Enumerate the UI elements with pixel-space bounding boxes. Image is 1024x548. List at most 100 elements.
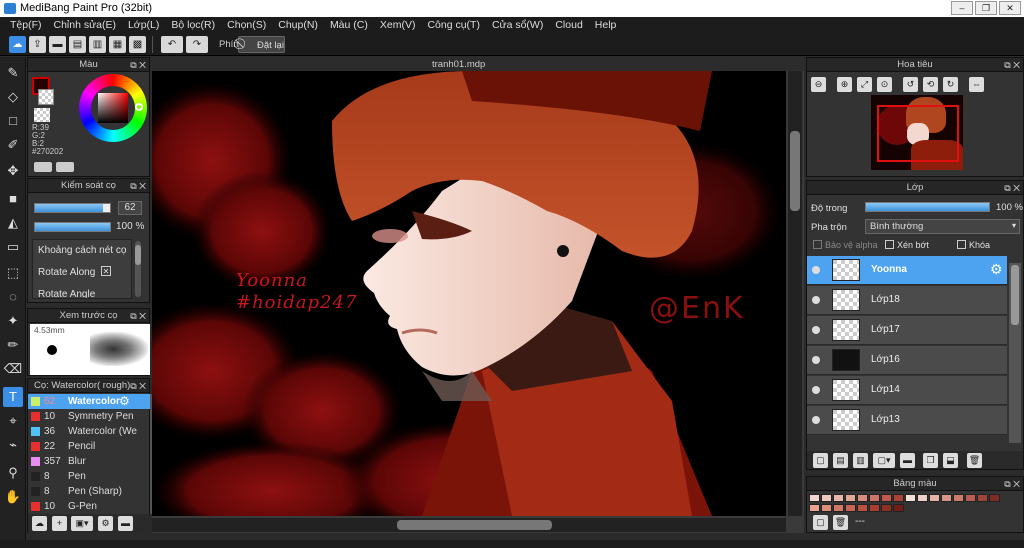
- delete-layer-icon[interactable]: 🗑: [967, 453, 982, 468]
- flip-icon[interactable]: ⇔: [969, 77, 984, 92]
- layer-row[interactable]: Yoonna ⚙: [807, 256, 1007, 285]
- palette-swatch[interactable]: [809, 504, 820, 512]
- brush-item[interactable]: 62 Watercolor ⚙: [28, 394, 158, 409]
- layer-row[interactable]: Lớp17: [807, 316, 1007, 345]
- grid-icon[interactable]: ▦: [109, 36, 126, 53]
- lock-checkbox[interactable]: [957, 240, 966, 249]
- layer-row[interactable]: Lớp13: [807, 406, 1007, 435]
- brush-tool-icon[interactable]: ✎: [3, 63, 23, 83]
- secondary-color-swatch[interactable]: [38, 89, 54, 105]
- brush-item[interactable]: 36 Watercolor (We: [28, 424, 158, 439]
- gradient-tool-icon[interactable]: ▭: [3, 237, 23, 257]
- menu-filter[interactable]: Bộ lọc(R): [165, 17, 221, 33]
- menu-select[interactable]: Chọn(S): [221, 17, 272, 33]
- brush-item[interactable]: 8 Pen: [28, 469, 158, 484]
- palette-swatch[interactable]: [869, 494, 880, 502]
- hue-picker[interactable]: [135, 103, 143, 111]
- drawing-canvas[interactable]: Yoonna #hoidap247 @EnK: [152, 71, 786, 516]
- brush-type-dropdown-icon[interactable]: ▣▾: [71, 516, 93, 531]
- dropper-tool-icon[interactable]: ⌁: [3, 435, 23, 455]
- palette-swatch[interactable]: [941, 494, 952, 502]
- palette-swatch[interactable]: [821, 494, 832, 502]
- rotate-along-setting[interactable]: Rotate Along: [38, 267, 95, 278]
- add-palette-color-icon[interactable]: ▢: [813, 515, 828, 530]
- palette-swatch[interactable]: [857, 504, 868, 512]
- brush-settings-icon[interactable]: ⚙: [98, 516, 113, 531]
- horizontal-scrollbar[interactable]: [152, 518, 786, 532]
- palette-swatch[interactable]: [833, 494, 844, 502]
- palette-swatch[interactable]: [881, 504, 892, 512]
- navigator-preview[interactable]: [871, 95, 963, 170]
- menu-view[interactable]: Xem(V): [374, 17, 422, 33]
- palette-swatch[interactable]: [821, 504, 832, 512]
- minimize-button[interactable]: –: [951, 1, 973, 15]
- rotate-right-icon[interactable]: ↻: [943, 77, 958, 92]
- palette-swatch[interactable]: [857, 494, 868, 502]
- fit-screen-icon[interactable]: ⤢: [857, 77, 872, 92]
- color-palette-button[interactable]: [56, 162, 74, 172]
- eye-icon[interactable]: [812, 266, 820, 274]
- layer-settings-gear-icon[interactable]: ⚙: [990, 261, 1003, 278]
- divide-tool-icon[interactable]: ⌖: [3, 411, 23, 431]
- layer-row[interactable]: Lớp18: [807, 286, 1007, 315]
- brush-opacity-slider[interactable]: [34, 222, 111, 232]
- undo-icon[interactable]: ↶: [161, 36, 183, 53]
- folder-icon[interactable]: ▬: [118, 516, 133, 531]
- brush-item[interactable]: 10 G-Pen: [28, 499, 158, 514]
- protect-alpha-checkbox[interactable]: [813, 240, 822, 249]
- text-tool-icon[interactable]: T: [3, 387, 23, 407]
- palette-swatch[interactable]: [893, 494, 904, 502]
- spacing-setting[interactable]: Khoảng cách nét cọ: [38, 245, 126, 256]
- menu-layer[interactable]: Lớp(L): [122, 17, 165, 33]
- rotate-angle-setting[interactable]: Rotate Angle: [38, 289, 95, 298]
- new-8bit-layer-icon[interactable]: ▥: [853, 453, 868, 468]
- actual-size-icon[interactable]: ⊙: [877, 77, 892, 92]
- brush-item[interactable]: 22 Pencil: [28, 439, 158, 454]
- palette-swatch[interactable]: [929, 494, 940, 502]
- layers-scrollbar[interactable]: [1009, 263, 1021, 443]
- eye-icon[interactable]: [812, 356, 820, 364]
- palette-swatch[interactable]: [869, 504, 880, 512]
- menu-file[interactable]: Tệp(F): [4, 17, 48, 33]
- brush-item[interactable]: 10 Symmetry Pen: [28, 409, 158, 424]
- lasso-tool-icon[interactable]: ◌: [3, 287, 23, 307]
- palette-swatch[interactable]: [977, 494, 988, 502]
- palette-swatch[interactable]: [809, 494, 820, 502]
- layer-row[interactable]: Lớp14: [807, 376, 1007, 405]
- color-option-button[interactable]: [34, 162, 52, 172]
- saturation-square[interactable]: [98, 93, 128, 123]
- bucket-tool-icon[interactable]: ◭: [3, 213, 23, 233]
- add-brush-icon[interactable]: +: [52, 516, 67, 531]
- palette-swatch[interactable]: [833, 504, 844, 512]
- brush-settings-scrollbar[interactable]: [135, 241, 141, 297]
- rect-select-tool-icon[interactable]: □: [3, 111, 23, 131]
- brush-item[interactable]: 357 Blur: [28, 454, 158, 469]
- eraser-tool-icon[interactable]: ◇: [3, 87, 23, 107]
- hand-tool-icon[interactable]: ✋: [3, 487, 23, 507]
- add-layer-dropdown-icon[interactable]: ▢▾: [873, 453, 895, 468]
- zoom-out-icon[interactable]: ⊖: [811, 77, 826, 92]
- merge-layer-icon[interactable]: ⬓: [943, 453, 958, 468]
- move-tool-icon[interactable]: ✥: [3, 161, 23, 181]
- eye-icon[interactable]: [812, 326, 820, 334]
- brush-size-value[interactable]: 62: [118, 201, 142, 215]
- menu-edit[interactable]: Chỉnh sửa(E): [48, 17, 122, 33]
- eyedropper-tool-icon[interactable]: ⚲: [3, 463, 23, 483]
- magic-wand-tool-icon[interactable]: ✦: [3, 311, 23, 331]
- eye-icon[interactable]: [812, 416, 820, 424]
- palette-swatch[interactable]: [917, 494, 928, 502]
- upload-icon[interactable]: ⇪: [29, 36, 46, 53]
- layer-opacity-slider[interactable]: [865, 202, 990, 212]
- duplicate-layer-icon[interactable]: ❐: [923, 453, 938, 468]
- palette-swatch[interactable]: [989, 494, 1000, 502]
- palette-swatch[interactable]: [905, 494, 916, 502]
- brush-item[interactable]: 8 Pen (Sharp): [28, 484, 158, 499]
- blend-mode-select[interactable]: Bình thường ▾: [865, 219, 1020, 234]
- transparent-swatch[interactable]: [34, 108, 50, 122]
- rotate-along-checkbox[interactable]: ✕: [101, 266, 111, 276]
- layer-folder-icon[interactable]: ▬: [900, 453, 915, 468]
- rotate-left-icon[interactable]: ↺: [903, 77, 918, 92]
- rotate-reset-icon[interactable]: ⟲: [923, 77, 938, 92]
- document-icon[interactable]: ▥: [89, 36, 106, 53]
- palette-swatch[interactable]: [845, 494, 856, 502]
